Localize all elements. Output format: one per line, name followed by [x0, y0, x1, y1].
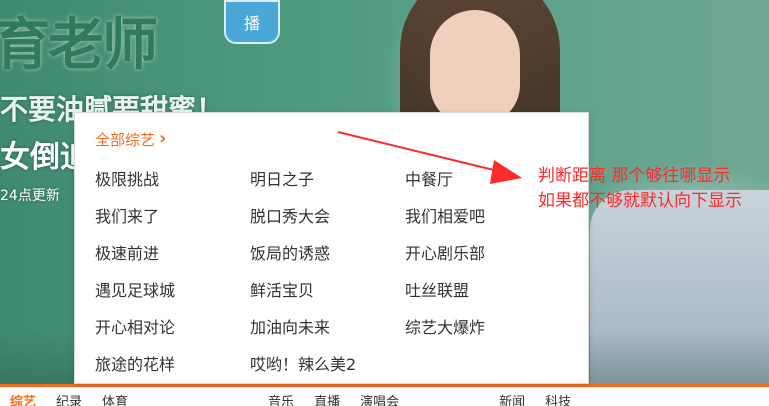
variety-item[interactable]: 饭局的诱惑 — [250, 240, 405, 277]
channel-nav-item[interactable]: 科技 — [535, 387, 581, 406]
variety-item[interactable]: 旅途的花样 — [95, 351, 250, 388]
variety-item[interactable]: 脱口秀大会 — [250, 203, 405, 240]
variety-item[interactable]: 加油向未来 — [250, 314, 405, 351]
channel-nav-item[interactable]: 纪录 — [46, 387, 92, 406]
variety-item[interactable]: 中餐厅 — [405, 166, 560, 203]
banner-title: 育老师 — [0, 13, 158, 78]
variety-item[interactable]: 明日之子 — [250, 166, 405, 203]
annotation-line-1: 判断距离 那个够往哪显示 — [538, 166, 731, 186]
variety-item[interactable]: 极限挑战 — [95, 166, 250, 203]
channel-nav-item[interactable]: 音乐 — [258, 387, 304, 406]
all-variety-label: 全部综艺 — [95, 131, 156, 149]
variety-item[interactable]: 综艺大爆炸 — [405, 314, 560, 351]
channel-nav-item[interactable]: 体育 — [92, 387, 138, 406]
banner-badge-label: 播 — [243, 14, 260, 33]
variety-item[interactable]: 哎哟！辣么美2 — [250, 351, 405, 388]
all-variety-link[interactable]: 全部综艺 › — [95, 129, 166, 150]
variety-grid: 极限挑战 明日之子 中餐厅 我们来了 脱口秀大会 我们相爱吧 极速前进 饭局的诱… — [95, 166, 560, 388]
channel-nav-item[interactable]: 演唱会 — [350, 387, 409, 406]
screenshot-stage: 育老师 播 不要油腻要甜蜜！ 女倒追男神张嘉译 24点更新 综艺 纪录 体育 音… — [0, 0, 769, 406]
variety-item[interactable]: 我们来了 — [95, 203, 250, 240]
variety-item[interactable]: 鲜活宝贝 — [250, 277, 405, 314]
variety-dropdown-menu: 全部综艺 › 极限挑战 明日之子 中餐厅 我们来了 脱口秀大会 我们相爱吧 极速… — [74, 112, 589, 384]
variety-item[interactable]: 我们相爱吧 — [405, 203, 560, 240]
variety-item[interactable]: 吐丝联盟 — [405, 277, 560, 314]
channel-nav-item[interactable]: 新闻 — [489, 387, 535, 406]
banner-person-face — [430, 10, 520, 125]
annotation-note: 判断距离 那个够往哪显示 如果都不够就默认向下显示 — [538, 164, 769, 214]
annotation-line-2: 如果都不够就默认向下显示 — [538, 191, 742, 211]
variety-item[interactable]: 极速前进 — [95, 240, 250, 277]
chevron-right-icon: › — [159, 127, 167, 149]
variety-item[interactable]: 开心相对论 — [95, 314, 250, 351]
banner-play-badge: 播 — [224, 0, 280, 44]
variety-item[interactable]: 遇见足球城 — [95, 277, 250, 314]
variety-item[interactable]: 开心剧乐部 — [405, 240, 560, 277]
channel-nav-item[interactable]: 直播 — [304, 387, 350, 406]
banner-update-note: 24点更新 — [0, 188, 60, 204]
channel-nav-item-variety[interactable]: 综艺 — [0, 387, 46, 406]
